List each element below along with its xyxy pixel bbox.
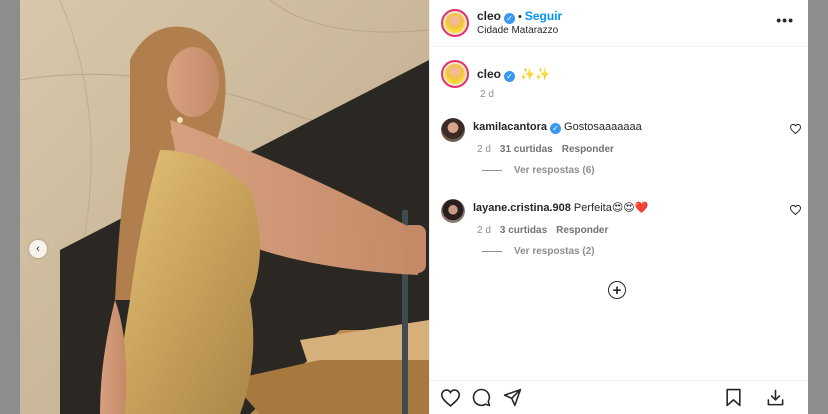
divider-line	[482, 170, 502, 171]
commenter-avatar[interactable]	[441, 118, 465, 142]
heart-icon[interactable]	[441, 388, 460, 407]
heart-icon[interactable]	[790, 205, 801, 215]
chevron-left-icon: ‹	[36, 243, 40, 255]
comment-likes[interactable]: 31 curtidas	[500, 144, 553, 155]
comment-text: Gostosaaaaaaa	[564, 121, 642, 133]
comment-icon[interactable]	[472, 388, 491, 407]
verified-badge-icon: ✓	[549, 123, 561, 134]
comment-likes[interactable]: 3 curtidas	[500, 225, 547, 236]
post-modal: ‹ cleo ✓ • Seguir Cidade Matarazzo ••• cleo…	[20, 0, 808, 414]
load-more-comments-button[interactable]: +	[608, 281, 626, 299]
commenter-username[interactable]: layane.cristina.908	[473, 202, 571, 214]
post-caption: cleo ✓ ✨✨ 2 d	[441, 60, 801, 100]
divider-line	[482, 251, 502, 252]
author-info: cleo ✓ • Seguir Cidade Matarazzo	[477, 9, 562, 38]
author-avatar[interactable]	[441, 9, 469, 37]
reply-button[interactable]: Responder	[556, 225, 608, 236]
caption-username[interactable]: cleo	[477, 67, 501, 81]
view-replies-button[interactable]: Ver respostas (2)	[482, 246, 801, 257]
more-options-icon[interactable]: •••	[776, 12, 794, 28]
heart-icon[interactable]	[790, 124, 801, 134]
caption-time[interactable]: 2 d	[480, 89, 494, 100]
author-username[interactable]: cleo	[477, 9, 501, 23]
send-icon[interactable]	[503, 388, 522, 407]
photo-illustration	[20, 0, 429, 414]
caption-text: ✨✨	[520, 66, 550, 81]
view-replies-label: Ver respostas (2)	[514, 246, 595, 257]
post-sidebar: cleo ✓ • Seguir Cidade Matarazzo ••• cleo ✓ ✨…	[429, 0, 808, 414]
separator-dot: •	[518, 10, 522, 23]
verified-badge-icon: ✓	[504, 70, 516, 82]
caption-avatar[interactable]	[441, 60, 469, 88]
comment-item: layane.cristina.908 Perfeita😍😍❤️ 2 d 3 c…	[441, 199, 801, 257]
comment-item: kamilacantora ✓ Gostosaaaaaaa 2 d 31 curt…	[441, 118, 801, 176]
plus-icon: +	[612, 281, 622, 299]
bookmark-icon[interactable]	[725, 388, 742, 407]
verified-badge-icon: ✓	[504, 12, 516, 24]
reply-button[interactable]: Responder	[562, 144, 614, 155]
view-replies-label: Ver respostas (6)	[514, 165, 595, 176]
post-image[interactable]: ‹	[20, 0, 429, 414]
comment-text: Perfeita😍😍❤️	[573, 202, 649, 214]
commenter-username[interactable]: kamilacantora	[473, 121, 547, 133]
previous-image-button[interactable]: ‹	[29, 240, 47, 258]
follow-button[interactable]: Seguir	[525, 9, 562, 23]
view-replies-button[interactable]: Ver respostas (6)	[482, 165, 801, 176]
commenter-avatar[interactable]	[441, 199, 465, 223]
comment-time[interactable]: 2 d	[477, 144, 491, 155]
action-bar	[430, 380, 808, 414]
download-icon[interactable]	[766, 388, 785, 407]
post-location[interactable]: Cidade Matarazzo	[477, 24, 562, 38]
post-header: cleo ✓ • Seguir Cidade Matarazzo •••	[430, 0, 808, 47]
comment-time[interactable]: 2 d	[477, 225, 491, 236]
